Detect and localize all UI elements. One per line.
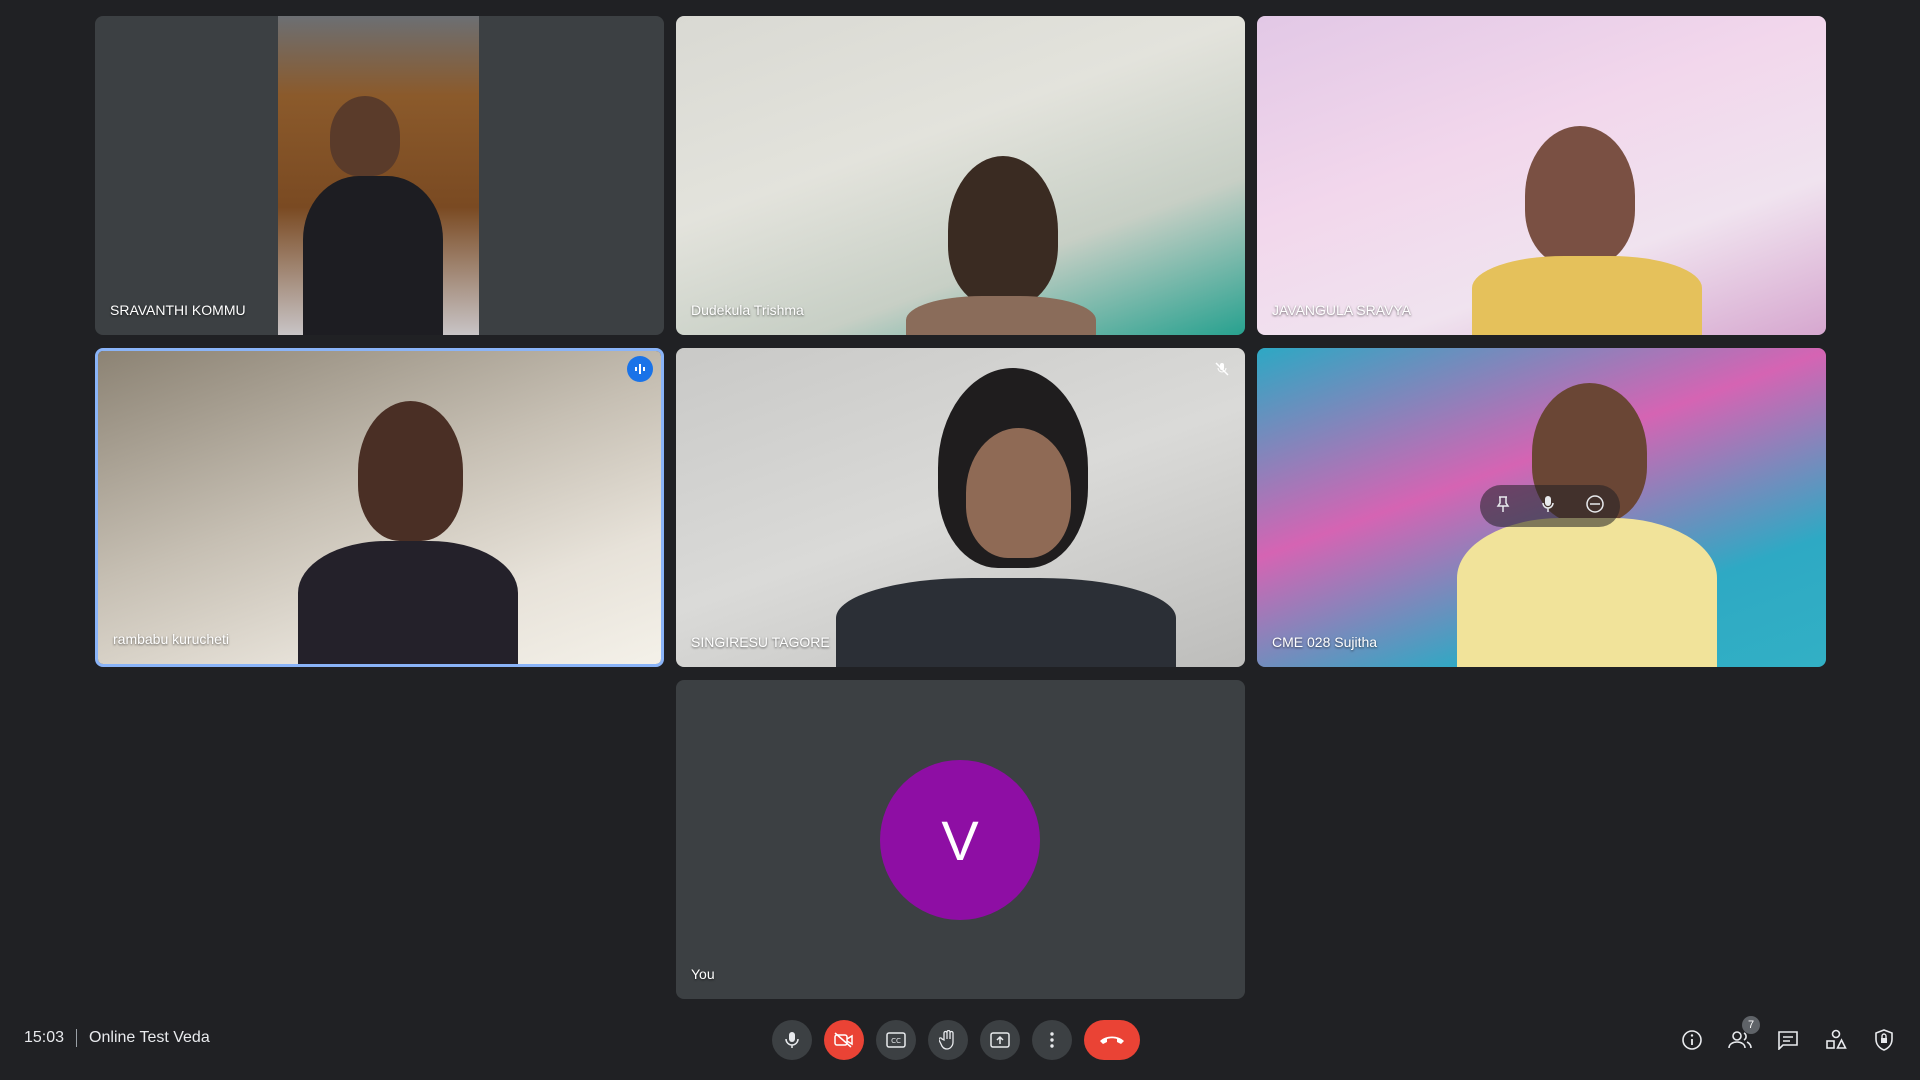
hand-icon (939, 1030, 954, 1050)
people-button[interactable]: 7 (1726, 1016, 1760, 1060)
participant-tile[interactable]: CME 028 Sujitha (1257, 348, 1826, 667)
participant-name: CME 028 Sujitha (1272, 634, 1378, 650)
present-icon (990, 1032, 1010, 1048)
participant-tile-active-speaker[interactable]: rambabu kurucheti (95, 348, 664, 667)
host-controls-button[interactable] (1870, 1020, 1898, 1060)
call-controls: CC (772, 1020, 1140, 1060)
tile-hover-controls (1480, 485, 1620, 527)
participant-tile[interactable]: SRAVANTHI KOMMU (95, 16, 664, 335)
remove-icon[interactable] (1585, 494, 1605, 519)
chat-button[interactable] (1774, 1020, 1802, 1060)
more-options-button[interactable] (1032, 1020, 1072, 1060)
avatar: V (880, 760, 1040, 920)
meeting-info: 15:03 Online Test Veda (24, 1029, 210, 1047)
control-bar: 15:03 Online Test Veda CC 7 (0, 1010, 1920, 1070)
clock: 15:03 (24, 1029, 65, 1046)
meeting-details-button[interactable] (1678, 1020, 1706, 1060)
microphone-button[interactable] (772, 1020, 812, 1060)
mic-off-icon (1209, 356, 1235, 382)
participant-video (98, 351, 661, 664)
side-panel-buttons: 7 (1678, 1016, 1898, 1060)
call-end-icon (1100, 1036, 1124, 1044)
participant-name: SRAVANTHI KOMMU (110, 302, 246, 318)
chat-icon (1778, 1031, 1798, 1050)
participant-name: rambabu kurucheti (113, 631, 229, 647)
pin-icon[interactable] (1495, 495, 1511, 518)
captions-button[interactable]: CC (876, 1020, 916, 1060)
info-icon (1682, 1030, 1702, 1050)
participant-name: SINGIRESU TAGORE (691, 634, 830, 650)
mic-icon[interactable] (1541, 495, 1555, 518)
raise-hand-button[interactable] (928, 1020, 968, 1060)
participant-video (278, 16, 479, 335)
shield-icon (1875, 1029, 1893, 1051)
participant-video (1257, 16, 1826, 335)
participant-name: Dudekula Trishma (691, 302, 804, 318)
divider (76, 1029, 78, 1047)
participant-video (676, 348, 1245, 667)
participant-tile[interactable]: JAVANGULA SRAVYA (1257, 16, 1826, 335)
camera-off-button[interactable] (824, 1020, 864, 1060)
participant-name: JAVANGULA SRAVYA (1272, 302, 1412, 318)
participant-tile[interactable]: SINGIRESU TAGORE (676, 348, 1245, 667)
leave-call-button[interactable] (1084, 1020, 1140, 1060)
svg-text:CC: CC (891, 1037, 901, 1045)
participant-name: You (691, 966, 715, 982)
activities-icon (1826, 1029, 1847, 1049)
participant-video (676, 16, 1245, 335)
audio-level-icon (627, 356, 653, 382)
present-button[interactable] (980, 1020, 1020, 1060)
meeting-title: Online Test Veda (89, 1029, 210, 1046)
participant-tile[interactable]: Dudekula Trishma (676, 16, 1245, 335)
people-count-badge: 7 (1742, 1016, 1760, 1034)
more-vert-icon (1050, 1032, 1054, 1048)
camera-off-icon (834, 1032, 853, 1048)
mic-icon (785, 1032, 799, 1048)
cc-icon: CC (886, 1032, 906, 1048)
self-tile[interactable]: V You (676, 680, 1245, 999)
activities-button[interactable] (1822, 1020, 1850, 1060)
